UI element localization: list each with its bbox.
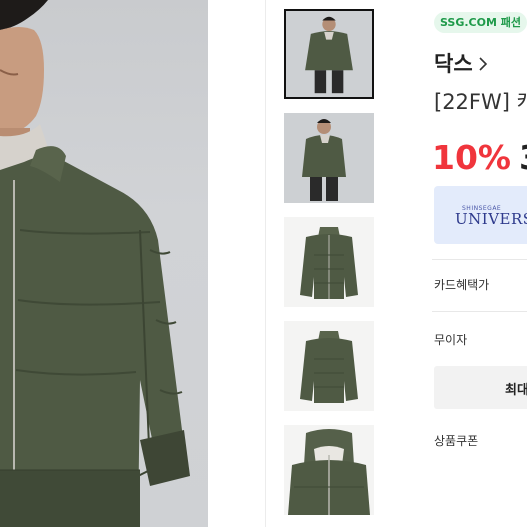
brand-link[interactable]: 닥스 [434, 50, 489, 78]
max-discount-label: 최대 [505, 383, 527, 398]
price-row: 10%3 [432, 138, 527, 177]
universe-logo: UNIVERSE [455, 210, 527, 228]
universe-membership-banner[interactable]: SHINSEGAE UNIVERSE [434, 186, 527, 244]
chevron-right-icon [479, 57, 487, 71]
discount-rate: 10% [432, 138, 511, 177]
store-badge: SSG.COM 패션 [434, 12, 527, 33]
brand-name: 닥스 [434, 52, 473, 76]
gallery-gap [208, 0, 266, 527]
interest-free-label: 무이자 [434, 333, 468, 347]
thumb-model-front[interactable] [284, 9, 374, 99]
thumb-model-angle[interactable] [284, 113, 374, 203]
sale-price: 3 [519, 138, 527, 177]
card-benefit-label: 카드혜택가 [434, 278, 490, 292]
product-title: [22FW] 캐 [434, 90, 527, 114]
product-coupon-label: 상품쿠폰 [434, 434, 479, 448]
divider [432, 311, 527, 312]
product-info-panel: SSG.COM 패션 닥스 [22FW] 캐 10%3 SHINSEGAE UN… [432, 0, 527, 527]
main-product-image[interactable] [0, 0, 208, 527]
divider [432, 259, 527, 260]
thumb-jacket-back[interactable] [284, 321, 374, 411]
thumb-jacket-front[interactable] [284, 217, 374, 307]
thumb-collar-detail[interactable] [284, 425, 374, 515]
max-discount-button[interactable]: 최대 [434, 366, 527, 409]
